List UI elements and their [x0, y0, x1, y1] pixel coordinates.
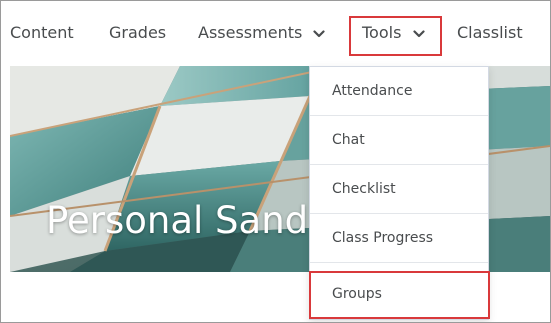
nav-content-link[interactable]: Content — [10, 22, 74, 44]
menu-item-class-progress[interactable]: Class Progress — [310, 214, 488, 263]
nav-assessments-label: Assessments — [198, 23, 303, 42]
course-title: Personal Sand — [46, 199, 309, 242]
nav-grades-link[interactable]: Grades — [109, 22, 166, 44]
screenshot-frame: Content Grades Assessments Tools Classli… — [0, 0, 551, 323]
chevron-down-icon — [313, 29, 326, 37]
menu-item-chat[interactable]: Chat — [310, 116, 488, 165]
course-navbar: Content Grades Assessments Tools Classli… — [1, 1, 550, 65]
nav-grades-label: Grades — [109, 23, 167, 42]
menu-item-attendance[interactable]: Attendance — [310, 67, 488, 116]
nav-classlist-label: Classlist — [457, 23, 523, 42]
nav-content-label: Content — [10, 23, 74, 42]
menu-item-checklist[interactable]: Checklist — [310, 165, 488, 214]
groups-highlight-box — [309, 271, 490, 319]
tools-highlight-box — [349, 16, 442, 56]
nav-classlist-link[interactable]: Classlist — [457, 22, 523, 44]
nav-assessments-dropdown[interactable]: Assessments — [198, 22, 326, 44]
